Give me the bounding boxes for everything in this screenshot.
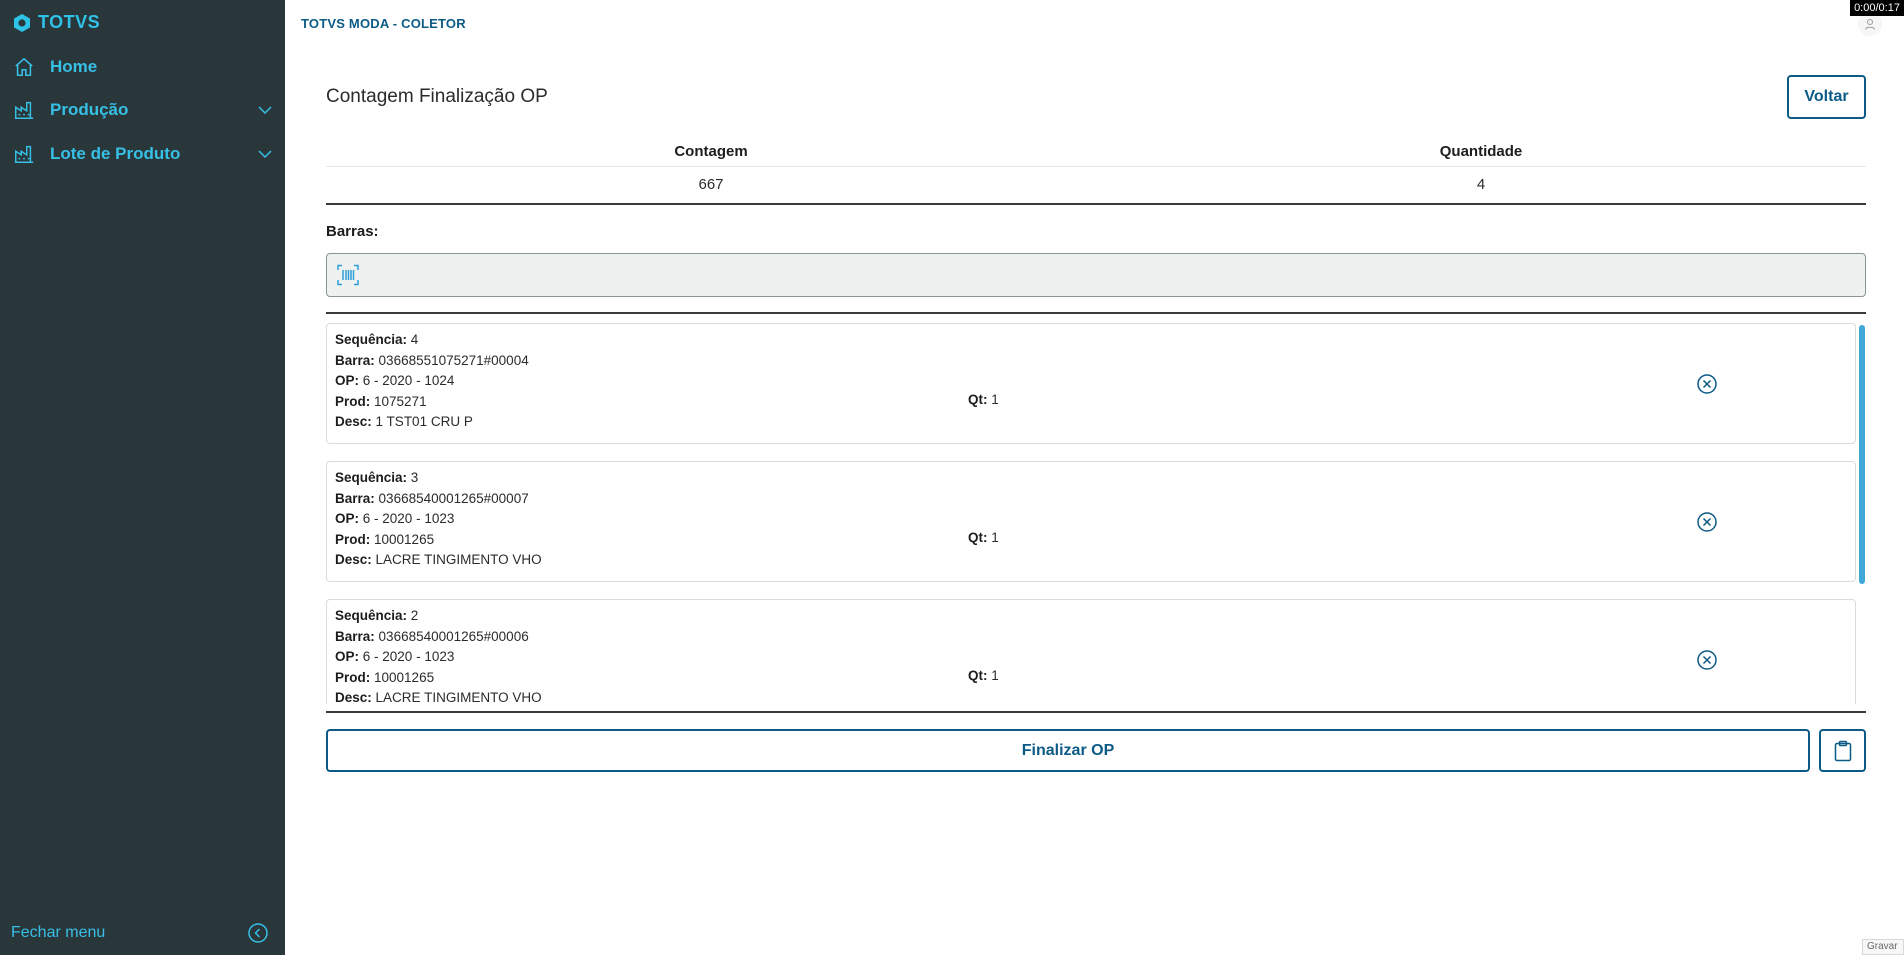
field-label: Desc:	[335, 690, 372, 704]
close-menu-label: Fechar menu	[11, 924, 106, 941]
field-label: Sequência:	[335, 608, 408, 623]
summary-header-row: Contagem Quantidade	[326, 140, 1866, 167]
sidebar-item-label: Produção	[50, 100, 129, 119]
sidebar-item-label: Home	[50, 57, 98, 76]
barcode-icon	[337, 264, 359, 286]
field-label: Barra:	[335, 352, 375, 368]
field-label: Prod:	[335, 669, 371, 685]
field-label: Qt:	[968, 392, 988, 407]
field-label: Barra:	[335, 628, 375, 644]
totvs-logo[interactable]: TOTVS	[12, 12, 100, 33]
list-item: Sequência: 2 Barra: 03668540001265#00006…	[326, 599, 1856, 704]
item-sequencia: 3	[410, 470, 419, 485]
sidebar-item-lote-de-produto[interactable]: Lote de Produto	[12, 139, 274, 169]
factory-icon	[12, 98, 36, 122]
item-qt-value: 1	[991, 530, 999, 545]
item-qt: Qt: 1	[968, 530, 999, 545]
item-qt: Qt: 1	[968, 392, 999, 407]
summary-value-row: 667 4	[326, 167, 1866, 205]
sidebar: TOTVS Home Produção Lote de Produto Fech…	[0, 0, 285, 955]
sidebar-item-home[interactable]: Home	[12, 52, 274, 82]
item-barra: 03668540001265#00006	[378, 628, 529, 644]
field-label: OP:	[335, 649, 360, 664]
item-sequencia: 2	[410, 608, 419, 623]
item-info: Sequência: 3 Barra: 03668540001265#00007…	[335, 468, 542, 571]
item-prod: 10001265	[374, 531, 435, 547]
item-qt-value: 1	[991, 668, 999, 683]
item-prod: 1075271	[374, 393, 427, 409]
item-sequencia: 4	[410, 332, 419, 347]
close-menu-button[interactable]: Fechar menu	[11, 918, 269, 948]
back-button[interactable]: Voltar	[1787, 75, 1866, 119]
item-desc: LACRE TINGIMENTO VHO	[375, 690, 542, 704]
summary-table: Contagem Quantidade 667 4	[326, 140, 1866, 205]
sidebar-item-label: Lote de Produto	[50, 144, 181, 163]
remove-item-icon[interactable]	[1696, 649, 1718, 671]
summary-value-contagem: 667	[698, 176, 724, 193]
barras-field[interactable]	[326, 253, 1866, 297]
list-item: Sequência: 4 Barra: 03668551075271#00004…	[326, 323, 1856, 444]
gravar-overlay[interactable]: Gravar	[1862, 939, 1904, 955]
item-desc: 1 TST01 CRU P	[375, 414, 473, 429]
field-label: Sequência:	[335, 332, 408, 347]
barras-input[interactable]	[359, 253, 1865, 297]
field-label: OP:	[335, 511, 360, 526]
app-title: TOTVS MODA - COLETOR	[301, 16, 466, 31]
field-label: Desc:	[335, 414, 372, 429]
remove-item-icon[interactable]	[1696, 511, 1718, 533]
field-label: Prod:	[335, 393, 371, 409]
recording-timer: 0:00/0:17	[1850, 0, 1904, 16]
summary-value-quantidade: 4	[1476, 176, 1486, 193]
item-qt: Qt: 1	[968, 668, 999, 683]
factory-icon	[12, 142, 36, 166]
chevron-down-icon[interactable]	[256, 101, 274, 119]
remove-item-icon[interactable]	[1696, 373, 1718, 395]
finalize-op-button[interactable]: Finalizar OP	[326, 729, 1810, 772]
field-label: Desc:	[335, 552, 372, 567]
divider	[326, 312, 1866, 314]
list-scrollbar[interactable]	[1859, 325, 1865, 584]
clipboard-button[interactable]	[1819, 729, 1866, 772]
sidebar-item-producao[interactable]: Produção	[12, 95, 274, 125]
field-label: Sequência:	[335, 470, 408, 485]
field-label: Barra:	[335, 490, 375, 506]
summary-header-contagem: Contagem	[674, 143, 748, 160]
item-op: 6 - 2020 - 1024	[362, 373, 455, 388]
item-barra: 03668540001265#00007	[378, 490, 529, 506]
item-op: 6 - 2020 - 1023	[362, 649, 455, 664]
item-barra: 03668551075271#00004	[378, 352, 529, 368]
totvs-logo-icon	[14, 13, 30, 32]
page-title: Contagem Finalização OP	[326, 86, 548, 107]
item-op: 6 - 2020 - 1023	[362, 511, 455, 526]
barras-label: Barras:	[326, 223, 379, 240]
divider	[326, 711, 1866, 713]
item-desc: LACRE TINGIMENTO VHO	[375, 552, 542, 567]
logo-text: TOTVS	[38, 12, 101, 32]
item-prod: 10001265	[374, 669, 435, 685]
item-info: Sequência: 2 Barra: 03668540001265#00006…	[335, 606, 542, 704]
field-label: Prod:	[335, 531, 371, 547]
home-icon	[12, 55, 36, 79]
field-label: Qt:	[968, 530, 988, 545]
items-list[interactable]: Sequência: 4 Barra: 03668551075271#00004…	[326, 323, 1866, 704]
field-label: OP:	[335, 373, 360, 388]
list-item: Sequência: 3 Barra: 03668540001265#00007…	[326, 461, 1856, 582]
clipboard-icon	[1834, 740, 1851, 761]
item-info: Sequência: 4 Barra: 03668551075271#00004…	[335, 330, 529, 433]
summary-header-quantidade: Quantidade	[1439, 143, 1523, 160]
chevron-down-icon[interactable]	[256, 145, 274, 163]
field-label: Qt:	[968, 668, 988, 683]
item-qt-value: 1	[991, 392, 999, 407]
chevron-left-circle-icon	[248, 923, 268, 943]
